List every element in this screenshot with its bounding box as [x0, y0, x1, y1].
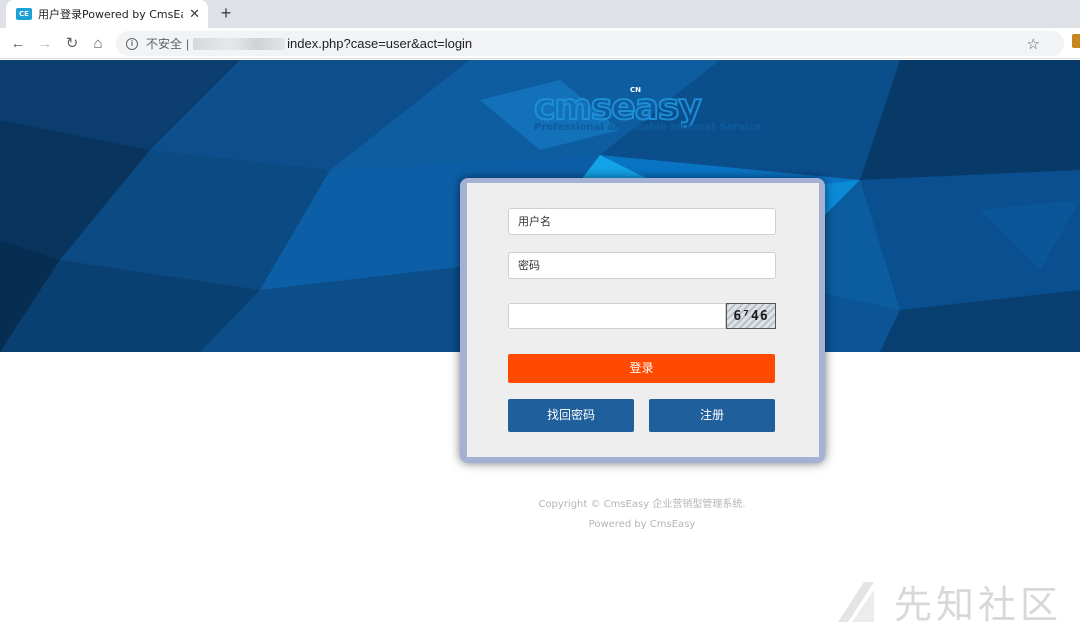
forgot-password-button[interactable]: 找回密码: [508, 399, 634, 432]
logo-tagline: Professional and stable Internet Service: [534, 122, 762, 133]
page-content: cmseasy CN Professional and stable Inter…: [0, 60, 1080, 630]
login-box: 用户名 密码 6⁷46 登录 找回密码 注册: [460, 178, 825, 463]
footer-powered-by[interactable]: Powered by CmsEasy: [102, 519, 1080, 530]
browser-tab[interactable]: CE 用户登录Powered by CmsEasy ✕: [6, 0, 208, 28]
info-icon[interactable]: i: [126, 37, 138, 50]
watermark: 先知社区: [834, 574, 1062, 629]
extension-icon[interactable]: [1072, 34, 1080, 48]
username-input[interactable]: 用户名: [508, 208, 776, 235]
password-input[interactable]: 密码: [508, 252, 776, 279]
logo-cn-badge: CN: [630, 86, 641, 94]
close-tab-icon[interactable]: ✕: [189, 6, 200, 22]
address-bar[interactable]: i 不安全 | index.php?case=user&act=login ☆: [116, 31, 1064, 56]
login-button[interactable]: 登录: [508, 354, 775, 383]
watermark-text: 先知社区: [894, 583, 1063, 627]
browser-toolbar: ← → ↻ ⌂ i 不安全 | index.php?case=user&act=…: [0, 28, 1080, 59]
browser-tab-strip: CE 用户登录Powered by CmsEasy ✕ +: [0, 0, 1080, 28]
reload-icon[interactable]: ↻: [62, 34, 82, 54]
captcha-image[interactable]: 6⁷46: [726, 303, 776, 329]
back-arrow-icon[interactable]: ←: [8, 34, 28, 54]
new-tab-icon[interactable]: +: [217, 4, 235, 22]
footer-copyright: Copyright © CmsEasy 企业营销型管理系统.: [538, 499, 746, 510]
site-logo[interactable]: cmseasy CN Professional and stable Inter…: [533, 86, 761, 138]
redacted-host: [193, 37, 286, 50]
forward-arrow-icon[interactable]: →: [35, 34, 55, 54]
security-status: 不安全: [146, 37, 183, 51]
captcha-input[interactable]: [508, 303, 726, 329]
bookmark-star-icon[interactable]: ☆: [1027, 35, 1040, 53]
watermark-logo-icon: [838, 581, 874, 622]
login-panel: 用户名 密码 6⁷46 登录 找回密码 注册: [467, 183, 819, 457]
tab-title: 用户登录Powered by CmsEasy: [38, 8, 183, 21]
site-favicon-icon: CE: [16, 8, 32, 20]
captcha-row: 6⁷46: [508, 303, 776, 329]
url-text: index.php?case=user&act=login: [287, 36, 473, 51]
address-separator: |: [186, 36, 190, 51]
home-icon[interactable]: ⌂: [88, 34, 108, 54]
register-button[interactable]: 注册: [649, 399, 775, 432]
